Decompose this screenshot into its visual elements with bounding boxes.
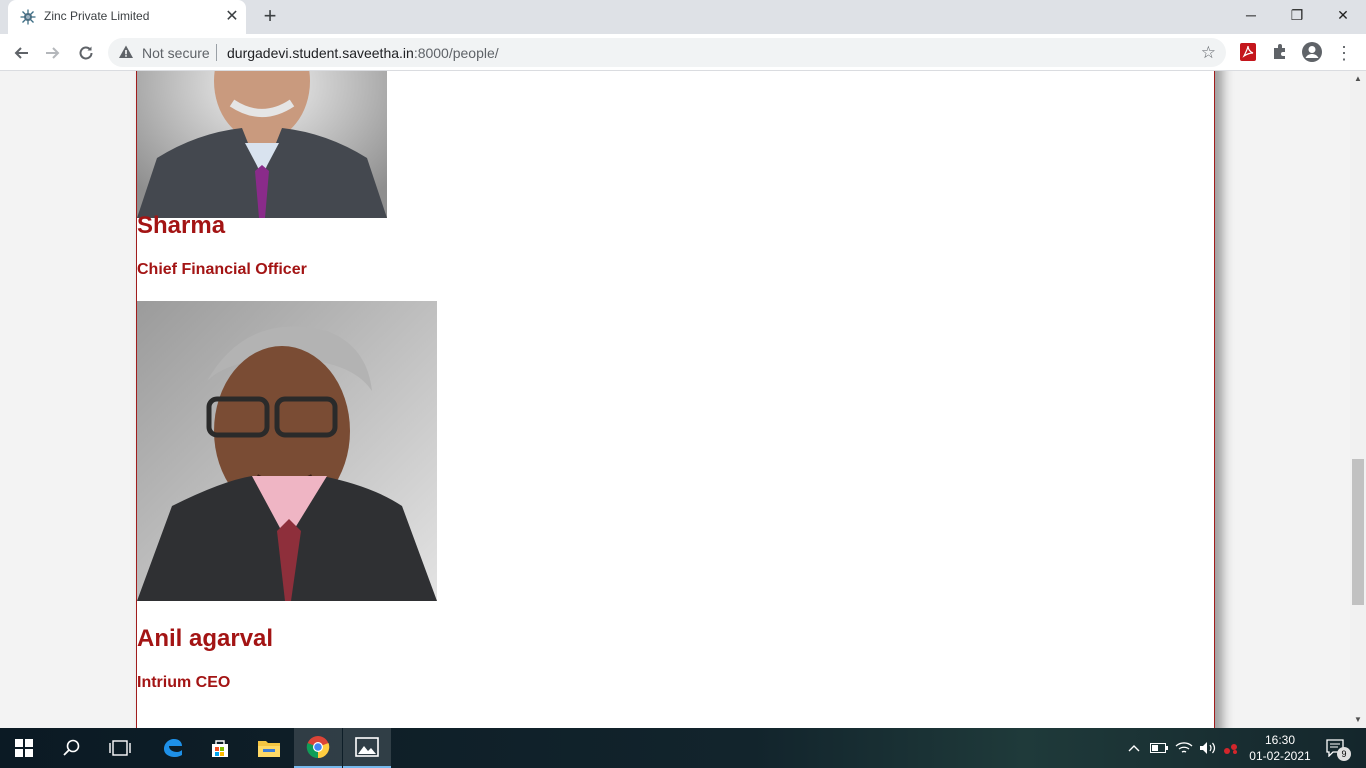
people-page: Sharma Chief Financial Officer Anil agar… [136, 71, 1215, 728]
person-role: Intrium CEO [137, 674, 231, 691]
back-button[interactable] [8, 40, 34, 66]
task-view-icon [109, 740, 131, 756]
address-separator [216, 44, 217, 61]
chrome-icon [306, 736, 330, 759]
person-photo-anil-agarval [137, 301, 437, 601]
notification-count-badge: 9 [1337, 747, 1351, 761]
bookmark-star-icon[interactable]: ☆ [1201, 43, 1216, 62]
page-viewport: Sharma Chief Financial Officer Anil agar… [0, 71, 1350, 728]
battery-icon[interactable] [1148, 728, 1170, 768]
wifi-icon[interactable] [1173, 728, 1195, 768]
profile-avatar-icon[interactable] [1301, 41, 1323, 63]
url-text[interactable]: durgadevi.student.saveetha.in:8000/peopl… [227, 45, 499, 61]
volume-icon[interactable] [1197, 728, 1219, 768]
file-explorer-button[interactable] [245, 728, 293, 768]
start-button[interactable] [0, 728, 48, 768]
store-app-button[interactable] [196, 728, 244, 768]
browser-tab-strip: Zinc Private Limited ✕ + ─ ❐ ✕ [0, 0, 1366, 34]
notification-center-button[interactable]: 9 [1320, 728, 1351, 768]
tab-title: Zinc Private Limited [44, 9, 150, 23]
not-secure-label[interactable]: Not secure [142, 45, 210, 61]
scroll-up-arrow-icon[interactable]: ▲ [1350, 71, 1366, 87]
photos-icon [355, 737, 379, 757]
reload-button[interactable] [73, 40, 99, 66]
restore-button[interactable]: ❐ [1274, 0, 1320, 30]
edge-app-button[interactable] [148, 728, 196, 768]
site-favicon-icon [20, 9, 36, 25]
url-host: durgadevi.student.saveetha.in [227, 45, 414, 61]
forward-arrow-icon [46, 47, 60, 59]
network-status-icon[interactable] [1220, 728, 1242, 768]
address-bar[interactable]: Not secure durgadevi.student.saveetha.in… [108, 38, 1226, 67]
scroll-down-arrow-icon[interactable]: ▼ [1350, 712, 1366, 728]
scroll-thumb[interactable] [1352, 459, 1364, 605]
edge-browser-icon [164, 739, 182, 757]
person-role: Chief Financial Officer [137, 261, 307, 278]
person-name: Sharma [137, 212, 226, 239]
task-view-button[interactable] [96, 728, 144, 768]
windows-taskbar: 16:30 01-02-2021 9 [0, 728, 1366, 768]
tab-close-icon[interactable]: ✕ [222, 7, 242, 27]
photos-app-button[interactable] [343, 728, 391, 768]
new-tab-button[interactable]: + [258, 5, 282, 29]
windows-logo-icon [15, 739, 33, 757]
reload-icon [79, 46, 93, 60]
taskbar-clock[interactable]: 16:30 01-02-2021 [1248, 732, 1312, 764]
url-path: :8000/people/ [413, 45, 499, 61]
forward-button[interactable] [40, 40, 66, 66]
page-scrollbar[interactable]: ▲ ▼ [1350, 71, 1366, 728]
folder-icon [258, 741, 280, 757]
back-arrow-icon [14, 47, 28, 59]
minimize-button[interactable]: ─ [1228, 0, 1274, 30]
browser-tab[interactable]: Zinc Private Limited ✕ [8, 0, 246, 34]
search-button[interactable] [48, 728, 96, 768]
clock-date: 01-02-2021 [1249, 749, 1311, 763]
warning-icon [119, 45, 133, 58]
browser-toolbar: Not secure durgadevi.student.saveetha.in… [0, 34, 1366, 71]
search-icon [63, 739, 80, 756]
browser-menu-icon[interactable]: ⋮ [1331, 40, 1357, 66]
clock-time: 16:30 [1264, 733, 1296, 747]
extensions-puzzle-icon[interactable] [1270, 42, 1290, 62]
person-photo-sharma [137, 71, 387, 218]
store-icon [212, 740, 228, 757]
chrome-app-button[interactable] [294, 728, 342, 768]
show-hidden-icons-icon[interactable] [1124, 728, 1144, 768]
pdf-extension-icon[interactable] [1238, 42, 1258, 62]
person-name: Anil agarval [137, 625, 274, 652]
close-window-button[interactable]: ✕ [1320, 0, 1366, 30]
